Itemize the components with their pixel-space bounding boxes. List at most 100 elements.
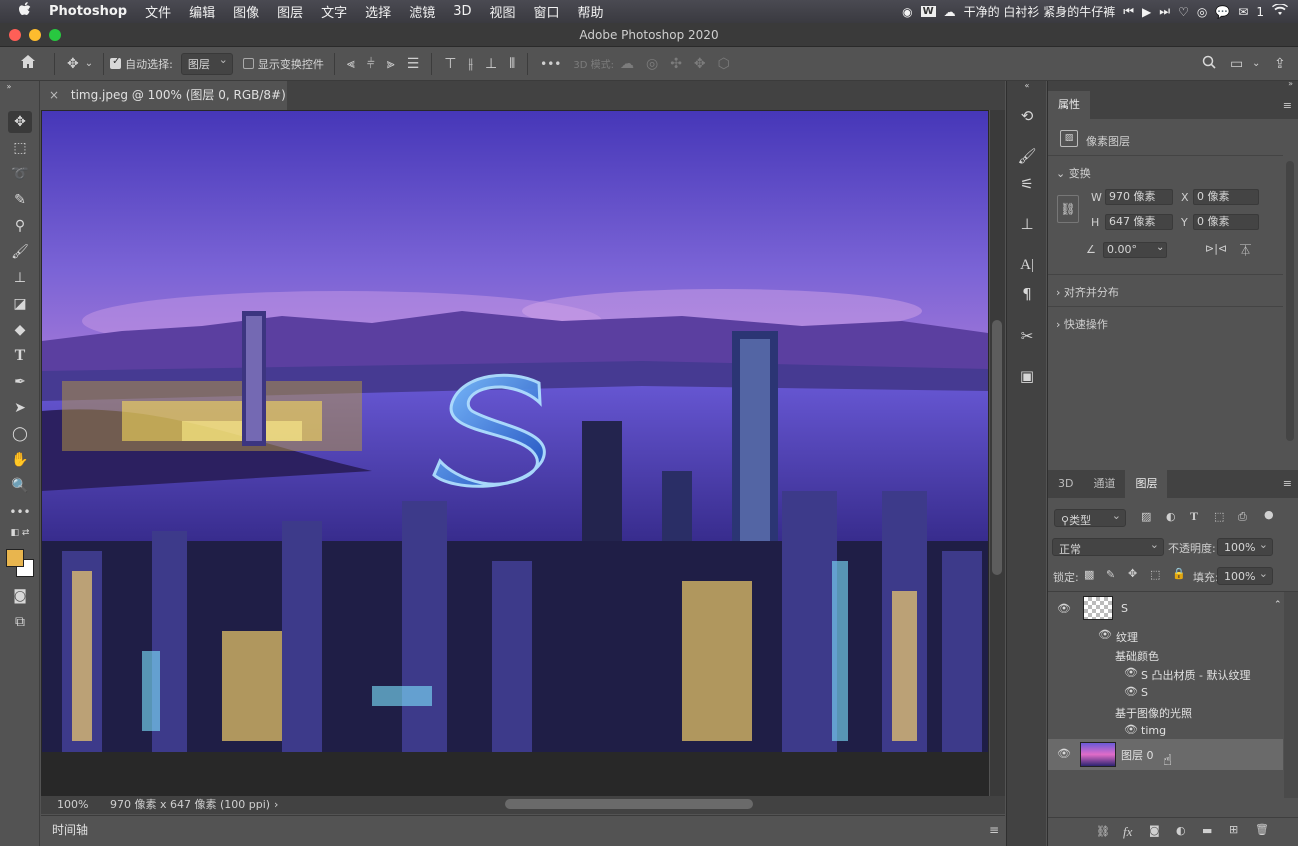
menu-type[interactable]: 文字 (312, 2, 356, 21)
lasso-tool-icon[interactable]: ➰ (8, 163, 32, 185)
move-tool-icon[interactable]: ✥ (8, 111, 32, 133)
lock-all-icon[interactable]: 🔒 (1172, 567, 1186, 580)
tab-3d[interactable]: 3D (1048, 470, 1083, 498)
list-item[interactable]: 基础颜色 (1048, 645, 1283, 664)
list-item[interactable]: 👁 timg (1048, 721, 1283, 740)
new-layer-icon[interactable]: ⊞ (1229, 823, 1238, 836)
home-icon[interactable] (0, 54, 48, 73)
menu-image[interactable]: 图像 (224, 2, 268, 21)
eye-icon[interactable]: 👁 (1124, 685, 1138, 698)
menu-edit[interactable]: 编辑 (180, 2, 224, 21)
horizontal-scrollbar-thumb[interactable] (505, 799, 753, 809)
link-layers-icon[interactable]: ⛓ (1096, 825, 1110, 838)
properties-scrollbar[interactable] (1286, 161, 1294, 441)
more-tools-icon[interactable]: ••• (8, 501, 32, 523)
close-window-button[interactable] (9, 29, 21, 41)
y-position-field[interactable]: 0 像素 (1193, 214, 1259, 230)
flip-horizontal-icon[interactable]: ⊳|⊲ (1205, 242, 1227, 255)
tab-channels[interactable]: 通道 (1083, 470, 1125, 498)
filter-smart-object-icon[interactable]: ⎙ (1238, 510, 1247, 524)
ellipse-tool-icon[interactable]: ◯ (8, 423, 32, 445)
width-field[interactable]: 970 像素 (1105, 189, 1173, 205)
align-vcenter-icon[interactable]: ⫲ (462, 56, 479, 72)
add-mask-icon[interactable]: ◙ (1149, 824, 1160, 837)
transform-section-toggle[interactable]: ⌄ 变换 (1056, 165, 1091, 181)
eye-icon[interactable]: 👁 (1057, 602, 1071, 615)
tools-icon[interactable]: ✂ (1007, 327, 1047, 345)
collapse-panels-icon[interactable]: » (1288, 79, 1293, 88)
height-field[interactable]: 647 像素 (1105, 214, 1173, 230)
record-icon[interactable]: ◉ (902, 5, 912, 19)
brush-settings-icon[interactable]: 🖌 (1007, 147, 1047, 165)
eyedropper-tool-icon[interactable]: ⚲ (8, 215, 32, 237)
vertical-scrollbar-thumb[interactable] (992, 320, 1002, 575)
x-position-field[interactable]: 0 像素 (1193, 189, 1259, 205)
tab-layers[interactable]: 图层 (1125, 470, 1168, 498)
filter-adjustment-icon[interactable]: ◐ (1166, 510, 1176, 523)
layer-row[interactable]: 👁 S ⌃ (1048, 592, 1283, 628)
align-left-icon[interactable]: ⫷ (341, 56, 361, 72)
collapse-dock-icon[interactable]: « (1007, 81, 1047, 90)
new-adjustment-icon[interactable]: ◐ (1176, 824, 1186, 837)
zoom-window-button[interactable] (49, 29, 61, 41)
eye-icon[interactable]: 👁 (1124, 666, 1138, 679)
timeline-label[interactable]: 时间轴 (52, 823, 88, 837)
distribute-vertical-icon[interactable]: ☰ (401, 56, 426, 72)
history-icon[interactable]: ⟲ (1007, 107, 1047, 125)
flip-vertical-icon[interactable]: ⏄ (1240, 242, 1251, 258)
panel-menu-icon[interactable]: ≡ (1283, 99, 1292, 112)
netease-music-icon[interactable]: ◎ (1197, 5, 1207, 19)
quick-selection-tool-icon[interactable]: ✎ (8, 189, 32, 211)
wifi-icon[interactable] (1272, 3, 1288, 19)
show-transform-checkbox[interactable]: 显示变换控件 (242, 56, 324, 72)
menu-filter[interactable]: 滤镜 (400, 2, 444, 21)
chevron-down-icon[interactable]: ⌄ (1156, 242, 1164, 253)
zoom-tool-icon[interactable]: 🔍 (8, 475, 32, 497)
tab-properties[interactable]: 属性 (1048, 91, 1090, 119)
brush-tool-icon[interactable]: 🖌 (8, 241, 32, 263)
stamp-tool-icon[interactable]: ⊥ (8, 267, 32, 289)
menu-window[interactable]: 窗口 (525, 2, 569, 21)
align-bottom-icon[interactable]: ⊥ (479, 56, 503, 72)
info-menu-arrow[interactable]: › (274, 796, 278, 814)
wechat-icon[interactable]: ✉ (1238, 5, 1248, 19)
eraser-tool-icon[interactable]: ◪ (8, 293, 32, 315)
menu-file[interactable]: 文件 (136, 2, 180, 21)
character-icon[interactable]: A| (1007, 257, 1047, 274)
cloud-icon[interactable]: ☁ (944, 5, 956, 19)
share-icon[interactable]: ⇪ (1268, 56, 1292, 72)
collapse-toolbar-icon[interactable]: » (2, 83, 16, 91)
hand-tool-icon[interactable]: ✋ (8, 449, 32, 471)
delete-layer-icon[interactable]: 🗑 (1255, 823, 1269, 836)
default-colors-icon[interactable]: ◧ ⇄ (8, 527, 32, 539)
next-track-icon[interactable]: ⏭ (1159, 4, 1170, 19)
menu-3d[interactable]: 3D (444, 4, 480, 19)
align-distribute-toggle[interactable]: › 对齐并分布 (1056, 284, 1119, 300)
blend-mode-dropdown[interactable]: 正常 (1052, 538, 1164, 556)
adjustments-icon[interactable]: ⚟ (1007, 175, 1047, 193)
filter-type-icon[interactable]: T (1190, 509, 1198, 524)
eye-icon[interactable]: 👁 (1124, 723, 1138, 736)
list-item[interactable]: 👁 S (1048, 683, 1283, 702)
menu-select[interactable]: 选择 (356, 2, 400, 21)
collapse-effects-icon[interactable]: ⌃ (1274, 600, 1282, 610)
distribute-horizontal-icon[interactable]: ⫴ (503, 56, 521, 72)
menu-help[interactable]: 帮助 (569, 2, 613, 21)
previous-track-icon[interactable]: ⏮ (1123, 4, 1134, 19)
fill-field[interactable]: 100% (1217, 567, 1273, 585)
zoom-level[interactable]: 100% (57, 796, 88, 814)
foreground-color-swatch[interactable] (6, 549, 24, 567)
quick-mask-icon[interactable]: ◙ (8, 585, 32, 607)
screen-mode-icon[interactable]: ⧉ (8, 611, 32, 633)
menu-photoshop[interactable]: Photoshop (40, 4, 136, 19)
lock-transparency-icon[interactable]: ▩ (1084, 568, 1094, 581)
panel-menu-icon[interactable]: ≡ (989, 816, 999, 844)
lock-artboard-icon[interactable]: ⬚ (1150, 568, 1160, 581)
filter-toggle-icon[interactable]: ● (1264, 508, 1274, 521)
align-top-icon[interactable]: ⊤ (438, 56, 462, 72)
lock-position-icon[interactable]: ✥ (1128, 567, 1137, 580)
message-icon[interactable]: 💬 (1215, 5, 1230, 19)
type-tool-icon[interactable]: T (8, 345, 32, 367)
paragraph-icon[interactable]: ¶ (1007, 285, 1047, 303)
more-options-icon[interactable]: ••• (534, 57, 567, 71)
